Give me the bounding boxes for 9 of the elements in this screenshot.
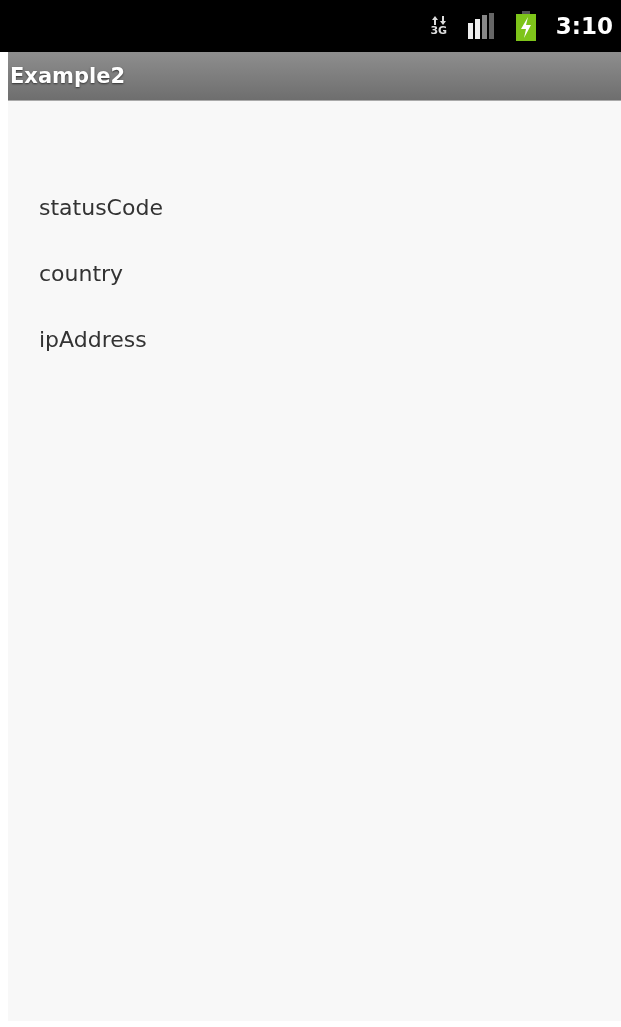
list-item: statusCode (39, 194, 163, 222)
app-title: Example2 (10, 64, 126, 88)
network-type: 3G (430, 25, 448, 36)
signal-icon (467, 13, 496, 39)
battery-charging-icon (515, 11, 536, 41)
list-item: ipAddress (39, 326, 147, 354)
clock: 3:10 (555, 13, 613, 39)
data-arrows-icon (430, 16, 447, 25)
list-item: country (39, 260, 124, 288)
